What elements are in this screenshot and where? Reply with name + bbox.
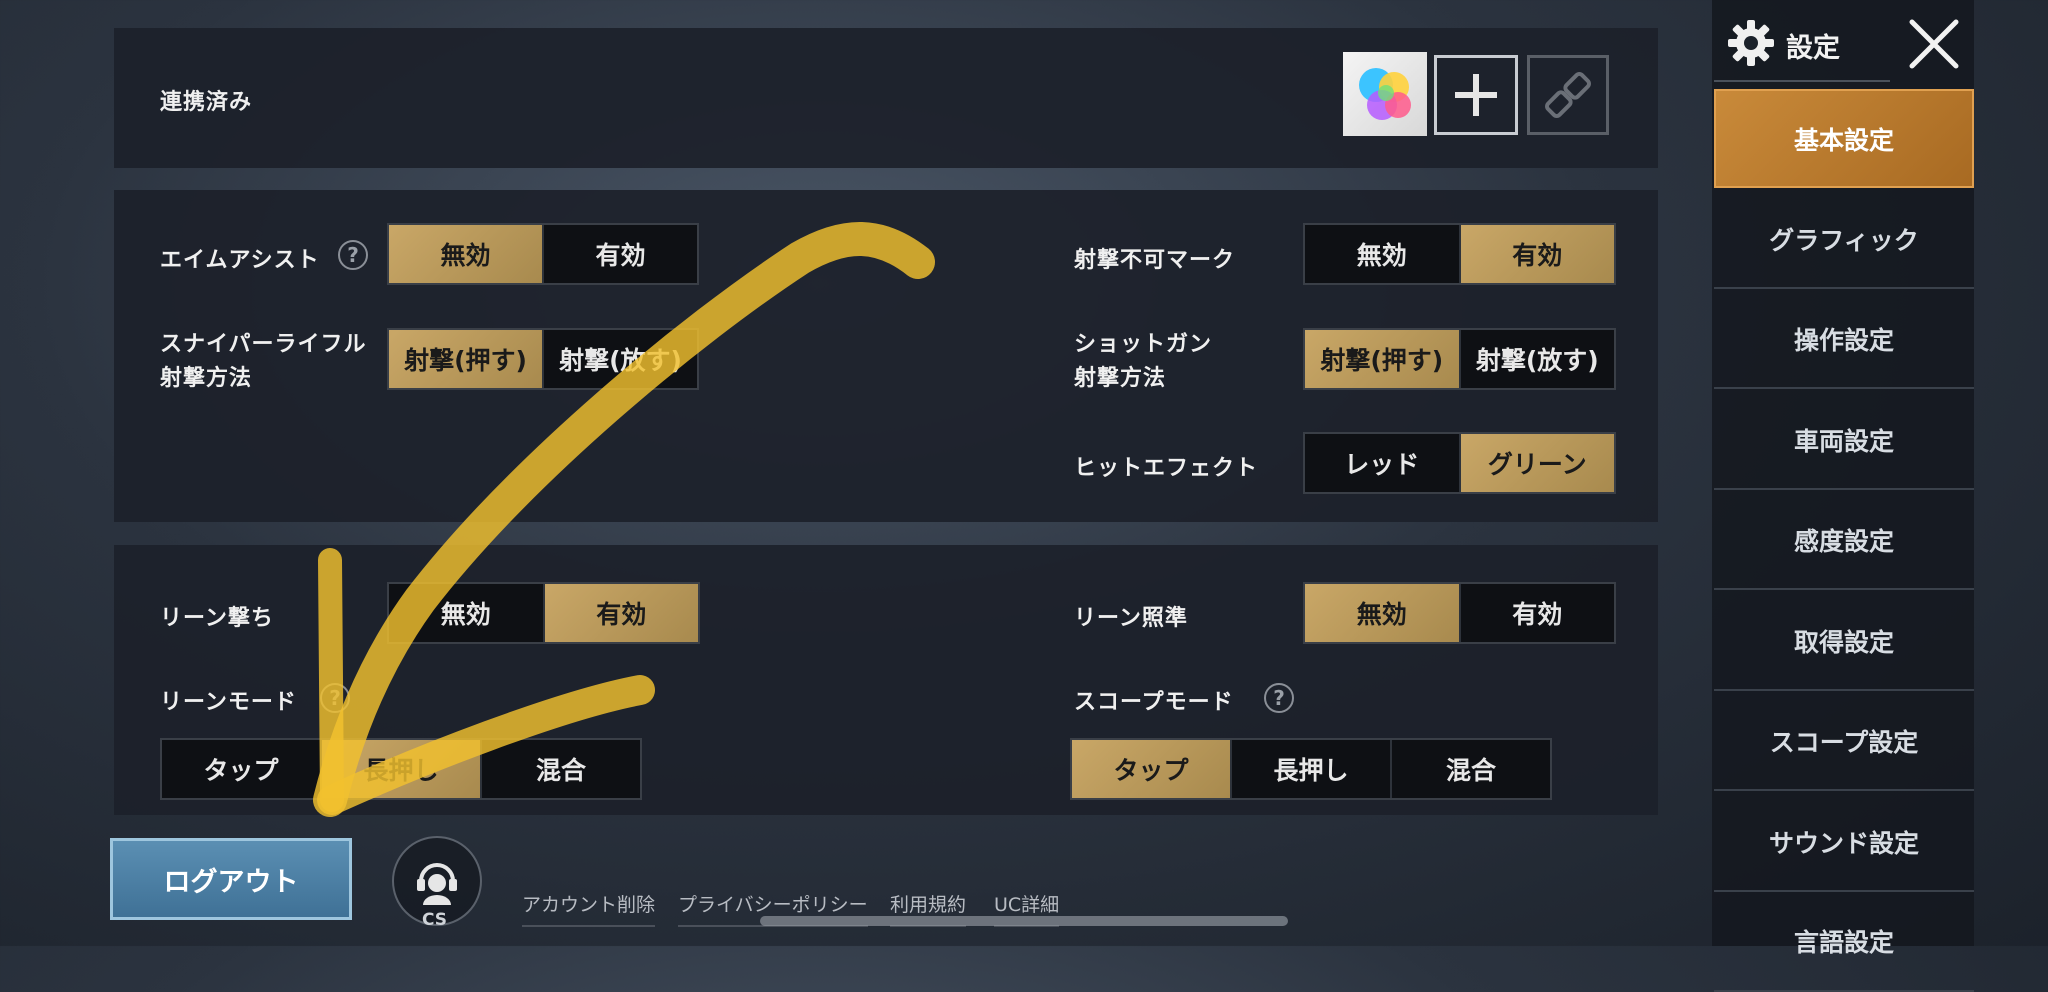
sniper-press-option[interactable]: 射撃(押す) — [389, 330, 542, 388]
scope-mode-hold-option[interactable]: 長押し — [1230, 740, 1390, 798]
sidebar-item-vehicle[interactable]: 車両設定 — [1714, 391, 1974, 490]
sidebar-item-sensitivity[interactable]: 感度設定 — [1714, 491, 1974, 590]
aim-assist-toggle[interactable]: 無効 有効 — [387, 223, 699, 285]
shotgun-label-line1: ショットガン — [1074, 332, 1213, 357]
lean-mode-toggle[interactable]: タップ 長押し 混合 — [160, 738, 642, 800]
aim-assist-on-option[interactable]: 有効 — [542, 225, 697, 283]
scope-mode-mixed-option[interactable]: 混合 — [1390, 740, 1550, 798]
lean-mode-mixed-option[interactable]: 混合 — [480, 740, 640, 798]
hit-effect-green-option[interactable]: グリーン — [1458, 434, 1614, 492]
lean-aim-on-option[interactable]: 有効 — [1458, 584, 1615, 642]
lean-fire-on-option[interactable]: 有効 — [542, 584, 698, 642]
shotgun-release-option[interactable]: 射撃(放す) — [1458, 330, 1615, 388]
lean-fire-off-option[interactable]: 無効 — [389, 584, 543, 642]
lean-aim-off-option[interactable]: 無効 — [1305, 584, 1459, 642]
sniper-label-line2: 射撃方法 — [160, 366, 253, 391]
sidebar-item-graphics[interactable]: グラフィック — [1714, 190, 1974, 289]
hit-effect-toggle[interactable]: レッド グリーン — [1303, 432, 1616, 494]
sidebar-item-basic[interactable]: 基本設定 — [1714, 89, 1974, 188]
hit-effect-red-option[interactable]: レッド — [1305, 434, 1459, 492]
help-icon[interactable]: ? — [338, 240, 368, 270]
no-shoot-mark-label: 射撃不可マーク — [1074, 248, 1236, 273]
sidebar-item-scope[interactable]: スコープ設定 — [1714, 692, 1974, 791]
shotgun-press-option[interactable]: 射撃(押す) — [1305, 330, 1459, 388]
sniper-fire-method-toggle[interactable]: 射撃(押す) 射撃(放す) — [387, 328, 699, 390]
unlink-button[interactable] — [1527, 55, 1609, 135]
link-icon — [1545, 72, 1591, 118]
customer-service-icon — [417, 863, 457, 905]
game-center-icon — [1359, 68, 1411, 120]
logout-button[interactable]: ログアウト — [110, 838, 352, 920]
sidebar-item-pickup[interactable]: 取得設定 — [1714, 592, 1974, 691]
plus-icon — [1455, 74, 1497, 116]
add-link-button[interactable] — [1434, 55, 1518, 135]
scroll-indicator[interactable] — [760, 916, 1288, 926]
close-icon[interactable] — [1906, 16, 1962, 72]
no-shoot-mark-toggle[interactable]: 無効 有効 — [1303, 223, 1616, 285]
shotgun-label-line2: 射撃方法 — [1074, 366, 1167, 391]
linked-label: 連携済み — [160, 90, 253, 115]
aim-assist-label: エイムアシスト — [160, 248, 320, 273]
no-shoot-mark-off-option[interactable]: 無効 — [1305, 225, 1459, 283]
game-center-button[interactable] — [1343, 52, 1427, 136]
sidebar-item-sound[interactable]: サウンド設定 — [1714, 793, 1974, 892]
sniper-label-line1: スナイパーライフル — [160, 332, 367, 357]
help-icon[interactable]: ? — [320, 683, 350, 713]
shotgun-fire-method-label: ショットガン 射撃方法 — [1074, 328, 1212, 396]
sidebar-divider — [1714, 80, 1890, 82]
help-icon[interactable]: ? — [1264, 683, 1294, 713]
lean-fire-label: リーン撃ち — [160, 606, 274, 631]
sniper-fire-method-label: スナイパーライフル 射撃方法 — [160, 328, 367, 396]
lean-aim-label: リーン照準 — [1074, 606, 1188, 631]
gear-icon — [1728, 20, 1774, 66]
scope-mode-toggle[interactable]: タップ 長押し 混合 — [1070, 738, 1552, 800]
sidebar-item-controls[interactable]: 操作設定 — [1714, 290, 1974, 389]
lean-fire-toggle[interactable]: 無効 有効 — [387, 582, 700, 644]
lean-mode-tap-option[interactable]: タップ — [162, 740, 320, 798]
lean-mode-hold-option[interactable]: 長押し — [320, 740, 480, 798]
lean-mode-label: リーンモード — [160, 690, 297, 715]
scope-mode-tap-option[interactable]: タップ — [1072, 740, 1230, 798]
hit-effect-label: ヒットエフェクト — [1074, 456, 1259, 481]
sniper-release-option[interactable]: 射撃(放す) — [542, 330, 697, 388]
cs-label: CS — [422, 910, 448, 930]
lean-aim-toggle[interactable]: 無効 有効 — [1303, 582, 1616, 644]
settings-title: 設定 — [1786, 33, 1840, 64]
sidebar-item-language[interactable]: 言語設定 — [1714, 893, 1974, 992]
shotgun-fire-method-toggle[interactable]: 射撃(押す) 射撃(放す) — [1303, 328, 1616, 390]
no-shoot-mark-on-option[interactable]: 有効 — [1458, 225, 1614, 283]
delete-account-link[interactable]: アカウント削除 — [522, 890, 656, 927]
scope-mode-label: スコープモード — [1074, 690, 1234, 715]
aim-assist-off-option[interactable]: 無効 — [389, 225, 542, 283]
